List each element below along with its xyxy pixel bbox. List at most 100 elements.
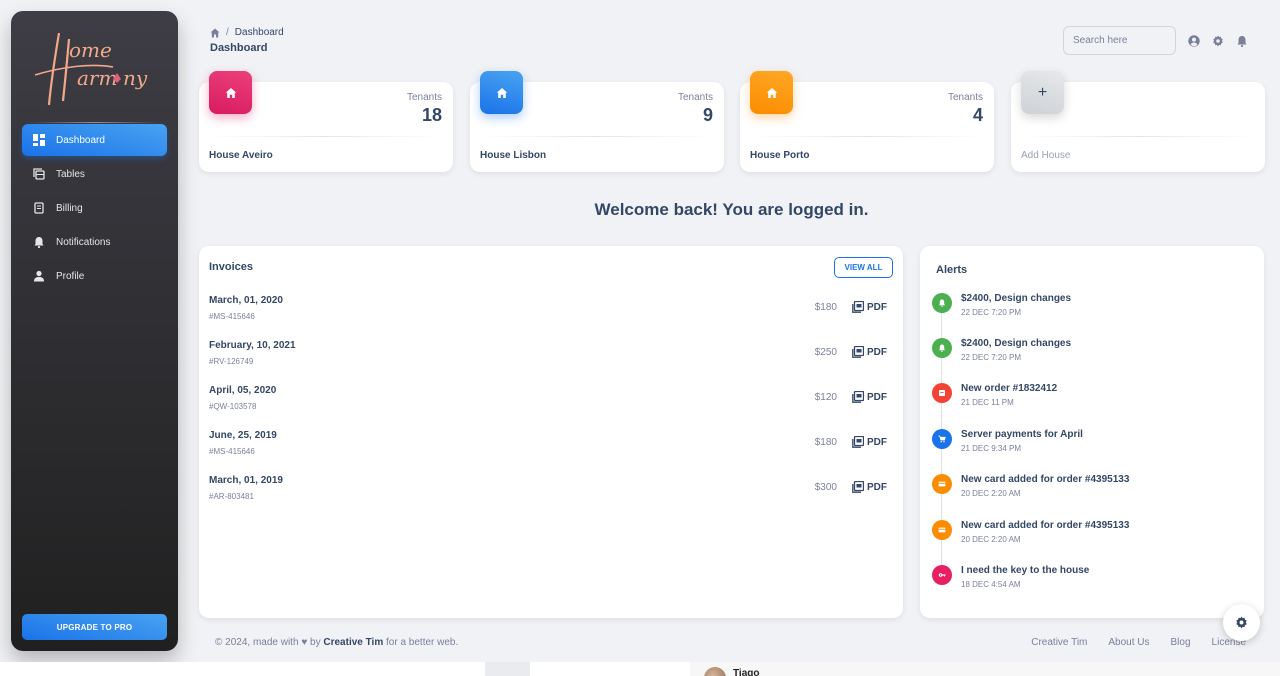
- svg-text:ny: ny: [123, 66, 148, 90]
- invoice-pdf-button[interactable]: PDF: [852, 301, 887, 313]
- credit-card-icon: [938, 481, 946, 487]
- invoice-row: March, 01, 2020 #MS-415646 $180 PDF: [209, 295, 887, 335]
- sidebar: ome arm ny Dashboard Tables Billing Noti…: [11, 11, 178, 651]
- sidebar-item-dashboard[interactable]: Dashboard: [22, 124, 167, 156]
- invoice-id: #RV-126749: [209, 357, 254, 366]
- sidebar-item-label: Notifications: [56, 236, 111, 248]
- tenants-label: Tenants: [677, 92, 713, 103]
- invoice-amount: $300: [814, 482, 837, 493]
- picture-as-pdf-icon: [852, 346, 864, 358]
- bell-icon: [939, 344, 945, 352]
- house-card-porto[interactable]: Tenants 4 House Porto: [740, 71, 994, 172]
- house-icon: [225, 87, 236, 98]
- sidebar-item-tables[interactable]: Tables: [22, 158, 167, 190]
- alert-dot: [932, 520, 952, 540]
- bottom-taskbar: [0, 662, 1280, 676]
- alert-dot: [932, 293, 952, 313]
- sidebar-item-notifications[interactable]: Notifications: [22, 226, 167, 258]
- alert-title: Server payments for April: [961, 429, 1083, 440]
- cart-icon: [938, 435, 946, 443]
- home-harmony-logo[interactable]: ome arm ny: [31, 27, 158, 109]
- svg-text:ome: ome: [69, 38, 112, 62]
- invoice-amount: $180: [814, 302, 837, 313]
- invoice-amount: $120: [814, 392, 837, 403]
- footer-link-creative-tim[interactable]: Creative Tim: [1031, 637, 1087, 648]
- breadcrumb-current: Dashboard: [234, 27, 284, 38]
- search-input[interactable]: [1063, 26, 1176, 55]
- house-card-lisbon[interactable]: Tenants 9 House Lisbon: [470, 71, 724, 172]
- heart-icon: ♥: [301, 637, 308, 648]
- alert-item: New card added for order #4395133 20 DEC…: [932, 474, 1254, 514]
- tenants-count: 9: [702, 105, 713, 125]
- alert-title: New card added for order #4395133: [961, 474, 1130, 485]
- breadcrumb-separator: /: [226, 27, 229, 38]
- invoice-id: #MS-415646: [209, 312, 255, 321]
- notifications-bell-icon[interactable]: [1236, 35, 1248, 47]
- invoice-amount: $250: [814, 347, 837, 358]
- bell-icon: [939, 299, 945, 307]
- footer-link-about-us[interactable]: About Us: [1108, 637, 1149, 648]
- pdf-label: PDF: [867, 391, 887, 403]
- alert-dot: [932, 383, 952, 403]
- alert-item: I need the key to the house 18 DEC 4:54 …: [932, 565, 1254, 605]
- alert-title: New order #1832412: [961, 383, 1058, 394]
- house-name: House Lisbon: [480, 150, 547, 161]
- tenants-count: 4: [972, 105, 983, 125]
- invoice-date: April, 05, 2020: [209, 385, 277, 396]
- alert-title: I need the key to the house: [961, 565, 1090, 576]
- settings-gear-icon: [1236, 616, 1247, 629]
- add-house-card[interactable]: + Add House: [1011, 71, 1265, 172]
- picture-as-pdf-icon: [852, 391, 864, 403]
- picture-as-pdf-icon: [852, 436, 864, 448]
- configurator-button[interactable]: [1223, 604, 1260, 641]
- footer-author-link[interactable]: Creative Tim: [323, 637, 383, 648]
- invoice-date: February, 10, 2021: [209, 340, 296, 351]
- invoice-date: March, 01, 2019: [209, 475, 283, 486]
- alert-dot: [932, 474, 952, 494]
- invoice-pdf-button[interactable]: PDF: [852, 481, 887, 493]
- alert-time: 21 DEC 9:34 PM: [961, 444, 1022, 453]
- bell-icon: [33, 236, 45, 248]
- plus-icon: +: [1037, 83, 1048, 101]
- footer-link-blog[interactable]: Blog: [1171, 637, 1191, 648]
- sidebar-item-label: Profile: [56, 270, 85, 282]
- sidebar-item-profile[interactable]: Profile: [22, 260, 167, 292]
- add-house-button[interactable]: +: [1021, 71, 1064, 114]
- sidebar-divider: [29, 122, 160, 123]
- house-card-aveiro[interactable]: Tenants 18 House Aveiro: [199, 71, 453, 172]
- house-icon: [766, 87, 777, 98]
- alert-dot: [932, 565, 952, 585]
- sidebar-item-billing[interactable]: Billing: [22, 192, 167, 224]
- alert-time: 22 DEC 7:20 PM: [961, 308, 1022, 317]
- taskbar-segment: [0, 662, 485, 676]
- invoice-amount: $180: [814, 437, 837, 448]
- invoice-pdf-button[interactable]: PDF: [852, 346, 887, 358]
- invoice-date: June, 25, 2019: [209, 430, 277, 441]
- taskbar-segment: [530, 662, 690, 676]
- invoice-pdf-button[interactable]: PDF: [852, 436, 887, 448]
- invoice-pdf-button[interactable]: PDF: [852, 391, 887, 403]
- invoice-row: March, 01, 2019 #AR-803481 $300 PDF: [209, 475, 887, 515]
- pdf-label: PDF: [867, 481, 887, 493]
- house-name: Add House: [1021, 150, 1071, 161]
- pdf-label: PDF: [867, 436, 887, 448]
- sidebar-nav: Dashboard Tables Billing Notifications P…: [22, 124, 167, 294]
- card-divider: [1021, 136, 1255, 137]
- invoice-row: February, 10, 2021 #RV-126749 $250 PDF: [209, 340, 887, 380]
- invoice-id: #AR-803481: [209, 492, 254, 501]
- receipt-icon: [33, 202, 45, 214]
- settings-gear-icon[interactable]: [1212, 35, 1224, 47]
- home-icon[interactable]: [210, 28, 220, 38]
- welcome-message: Welcome back! You are logged in.: [594, 200, 869, 219]
- upgrade-to-pro-button[interactable]: UPGRADE TO PRO: [22, 614, 167, 640]
- house-badge: [480, 71, 523, 114]
- view-all-button[interactable]: VIEW ALL: [834, 257, 893, 278]
- account-circle-icon[interactable]: [1188, 35, 1200, 47]
- page-title: Dashboard: [210, 42, 268, 54]
- alert-title: $2400, Design changes: [961, 293, 1072, 304]
- pdf-label: PDF: [867, 346, 887, 358]
- table-icon: [33, 168, 45, 180]
- credit-card-icon: [938, 527, 946, 533]
- footer-suffix: for a better web.: [386, 637, 459, 648]
- card-divider: [750, 136, 984, 137]
